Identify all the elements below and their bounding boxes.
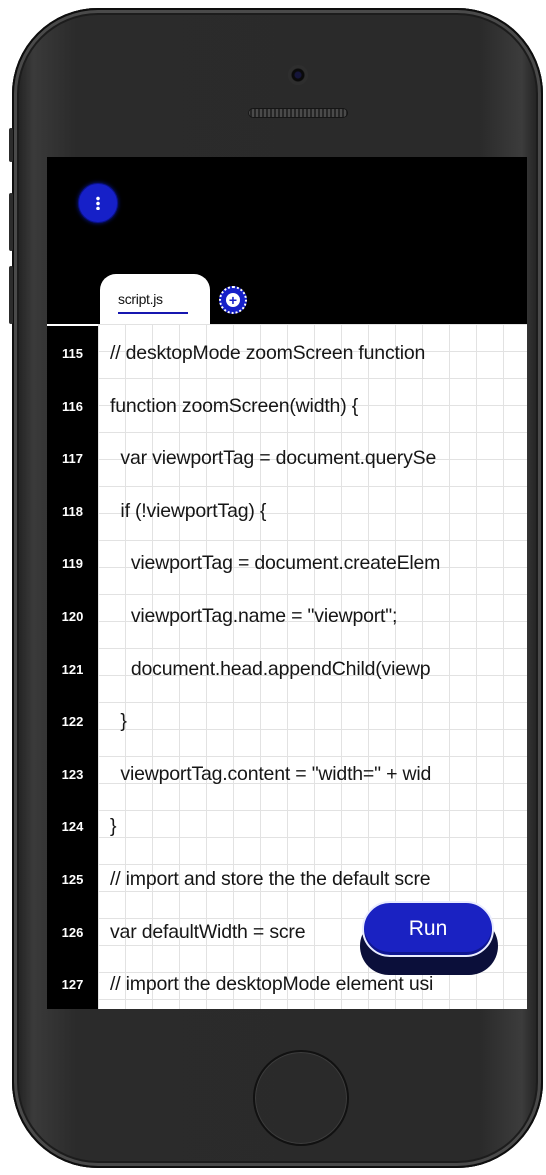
code-line: 118 if (!viewportTag) { [47,487,527,540]
line-number: 120 [61,609,84,624]
earpiece-speaker [248,108,348,118]
code-line: 117 var viewportTag = document.querySe [47,434,527,487]
line-number: 122 [61,714,84,730]
code-text[interactable]: viewportTag = document.createElem [110,552,441,575]
front-camera [288,65,308,85]
code-text[interactable]: } [110,815,117,838]
line-number: 119 [62,556,83,572]
home-button[interactable] [253,1050,349,1146]
code-text[interactable]: var defaultWidth = scre [110,921,306,944]
app-screen: script.js + 115 // desktopMode zoomScreen… [47,157,527,1009]
line-number: 126 [61,924,84,940]
code-text[interactable]: document.head.appendChild(viewp [110,658,431,681]
code-text[interactable]: function zoomScreen(width) { [110,395,358,418]
run-button-wrapper: Run [360,901,498,979]
code-text[interactable]: // import and store the the default scre [110,868,431,891]
code-line: 120 viewportTag.name = "viewport"; [47,592,527,645]
line-number: 125 [61,872,84,887]
code-line: 123 viewportTag.content = "width=" + wid [47,750,527,803]
code-line: 116 function zoomScreen(width) { [47,382,527,435]
plus-circle-icon: + [226,293,240,307]
code-line: 121 document.head.appendChild(viewp [47,645,527,698]
add-tab-button[interactable]: + [219,286,247,314]
menu-button[interactable] [78,183,118,223]
silent-switch [9,128,13,162]
tab-active-indicator [118,312,188,314]
code-text[interactable]: viewportTag.name = "viewport"; [110,605,398,628]
code-line: 125 // import and store the the default s… [47,855,527,908]
line-number: 117 [62,451,83,467]
tab-label: script.js [118,291,163,307]
code-text[interactable]: if (!viewportTag) { [110,500,266,523]
code-line: 119 viewportTag = document.createElem [47,539,527,592]
line-number: 124 [61,819,84,835]
line-number: 121 [61,661,84,677]
line-number: 115 [62,346,83,361]
code-line: 124} [47,802,527,855]
line-number: 116 [62,398,83,414]
code-text[interactable]: // desktopMode zoomScreen function [110,342,425,365]
run-button[interactable]: Run [362,901,494,957]
volume-up-button [9,193,13,251]
gutter-divider [47,324,98,326]
tab-script-js[interactable]: script.js [100,274,210,327]
code-text[interactable]: viewportTag.content = "width=" + wid [110,763,431,786]
code-text[interactable]: var viewportTag = document.querySe [110,447,436,470]
line-number: 127 [61,977,84,993]
code-text[interactable]: } [110,710,127,733]
vertical-dots-icon [96,196,100,210]
line-number: 118 [62,503,83,519]
line-number: 123 [61,766,84,782]
code-line: 115 // desktopMode zoomScreen function [47,329,527,382]
code-line: 122 } [47,697,527,750]
volume-down-button [9,266,13,324]
